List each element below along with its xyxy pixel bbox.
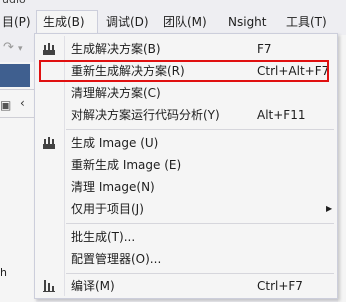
redo-icon[interactable]: ↷ — [3, 40, 14, 55]
menu-item-label: 对解决方案运行代码分析(Y) — [71, 108, 220, 122]
menu-item-clean-image[interactable]: 清理 Image(N) — [36, 176, 336, 198]
menu-item-label: 仅用于项目(J) — [71, 202, 144, 216]
menu-item-compile[interactable]: 编译(M) Ctrl+F7 — [36, 275, 336, 297]
menu-item-rebuild-image[interactable]: 重新生成 Image (E) — [36, 154, 336, 176]
menu-item-label: 重新生成 Image (E) — [71, 158, 182, 172]
active-tab-strip — [0, 64, 30, 87]
menu-nsight[interactable]: Nsight — [222, 10, 273, 34]
menu-build[interactable]: 生成(B) — [36, 10, 98, 34]
right-panel-edge — [338, 35, 346, 302]
build-solution-icon — [41, 41, 57, 57]
menu-item-label: 重新生成解决方案(R) — [71, 64, 185, 78]
menu-item-shortcut: Alt+F11 — [257, 108, 306, 122]
menu-item-label: 清理解决方案(C) — [71, 86, 161, 100]
build-menu: 生成解决方案(B) F7 重新生成解决方案(R) Ctrl+Alt+F7 清理解… — [34, 33, 338, 299]
menu-project[interactable]: 目(P) — [0, 10, 37, 34]
panel-divider — [0, 89, 36, 90]
menu-team[interactable]: 团队(M) — [157, 10, 213, 34]
menu-item-label: 编译(M) — [71, 279, 115, 293]
panel-divider — [0, 117, 36, 118]
window-title: udio — [2, 0, 26, 6]
menu-item-project-only[interactable]: 仅用于项目(J) ▶ — [36, 198, 336, 220]
menu-item-label: 生成解决方案(B) — [71, 42, 161, 56]
window-title-strip: udio — [0, 0, 346, 8]
collapse-arrow-icon[interactable]: ‹ — [20, 96, 25, 110]
panel-text-fragment: h — [0, 266, 7, 279]
build-image-icon — [41, 135, 57, 151]
menu-item-rebuild-solution[interactable]: 重新生成解决方案(R) Ctrl+Alt+F7 — [36, 60, 336, 82]
menu-separator — [66, 223, 334, 224]
compile-icon — [41, 278, 57, 294]
menu-item-configuration-manager[interactable]: 配置管理器(O)... — [36, 248, 336, 270]
menu-separator — [66, 273, 334, 274]
menu-item-shortcut: Ctrl+F7 — [257, 279, 303, 293]
menu-item-label: 清理 Image(N) — [71, 180, 155, 194]
menu-item-shortcut: Ctrl+Alt+F7 — [257, 64, 330, 78]
menu-item-label: 批生成(T)... — [71, 230, 136, 244]
dropdown-arrow-icon[interactable]: ▾ — [18, 44, 23, 54]
panel-tool-icon[interactable]: ▣ — [0, 98, 11, 112]
submenu-arrow-icon: ▶ — [326, 204, 333, 213]
menu-bar: 目(P) 生成(B) 调试(D) 团队(M) Nsight 工具(T) — [0, 10, 346, 34]
menu-item-build-image[interactable]: 生成 Image (U) — [36, 132, 336, 154]
menu-item-label: 生成 Image (U) — [71, 136, 159, 150]
menu-separator — [66, 129, 334, 130]
menu-debug[interactable]: 调试(D) — [100, 10, 155, 34]
menu-item-clean-solution[interactable]: 清理解决方案(C) — [36, 82, 336, 104]
menu-item-run-code-analysis[interactable]: 对解决方案运行代码分析(Y) Alt+F11 — [36, 104, 336, 126]
menu-tools[interactable]: 工具(T) — [280, 10, 333, 34]
menu-item-build-solution[interactable]: 生成解决方案(B) F7 — [36, 38, 336, 60]
menu-item-shortcut: F7 — [257, 42, 272, 56]
menu-item-batch-build[interactable]: 批生成(T)... — [36, 226, 336, 248]
menu-item-label: 配置管理器(O)... — [71, 252, 162, 266]
